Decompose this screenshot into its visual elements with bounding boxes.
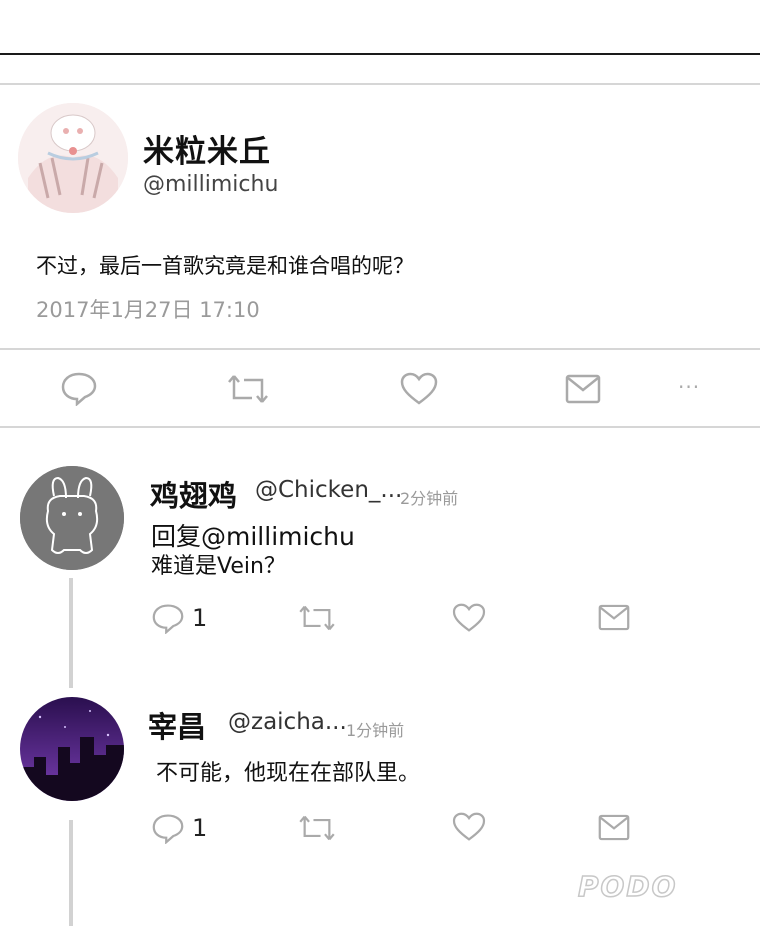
reply-author-handle[interactable]: @zaicha... [228, 709, 347, 735]
reply-author-handle[interactable]: @Chicken_... [255, 477, 402, 503]
reply-avatar[interactable] [20, 466, 124, 570]
like-icon[interactable] [452, 812, 486, 846]
reply-icon[interactable] [60, 370, 98, 410]
like-icon[interactable] [400, 372, 438, 410]
message-icon[interactable] [598, 814, 630, 845]
reply-count: 1 [192, 814, 208, 842]
actions-top-divider [0, 348, 760, 350]
post-text: 不过，最后一首歌究竟是和谁合唱的呢？ [36, 254, 414, 278]
author-name[interactable]: 米粒米丘 [143, 126, 271, 171]
reply-icon[interactable] [151, 602, 185, 638]
reply-author-name[interactable]: 鸡翅鸡 [150, 473, 237, 515]
author-avatar[interactable] [18, 103, 128, 213]
reply-avatar[interactable] [20, 697, 124, 801]
like-icon[interactable] [452, 603, 486, 637]
post-timestamp[interactable]: 2017年1月27日 17:10 [36, 294, 260, 324]
podo-watermark: PODO [577, 869, 678, 904]
reply-text: 不可能，他现在在部队里。 [156, 761, 421, 786]
reply-count: 1 [192, 604, 208, 632]
top-border [0, 53, 760, 55]
replies-divider [0, 426, 760, 428]
thread-line [69, 820, 73, 926]
retweet-icon[interactable] [226, 372, 270, 410]
more-icon[interactable]: ··· [678, 375, 700, 399]
reply-time-ago: 1分钟前 [346, 721, 405, 740]
reply-to-label[interactable]: 回复@millimichu [151, 521, 355, 554]
header-divider [0, 83, 760, 85]
message-icon[interactable] [565, 374, 601, 408]
retweet-icon[interactable] [297, 603, 337, 637]
reply-time-ago: 2分钟前 [400, 489, 459, 508]
reply-author-name[interactable]: 宰昌 [148, 704, 206, 746]
message-icon[interactable] [598, 604, 630, 635]
retweet-icon[interactable] [297, 813, 337, 847]
reply-text: 难道是Vein？ [151, 554, 286, 579]
author-handle[interactable]: @millimichu [143, 172, 278, 197]
reply-icon[interactable] [151, 812, 185, 848]
thread-line [69, 578, 73, 688]
